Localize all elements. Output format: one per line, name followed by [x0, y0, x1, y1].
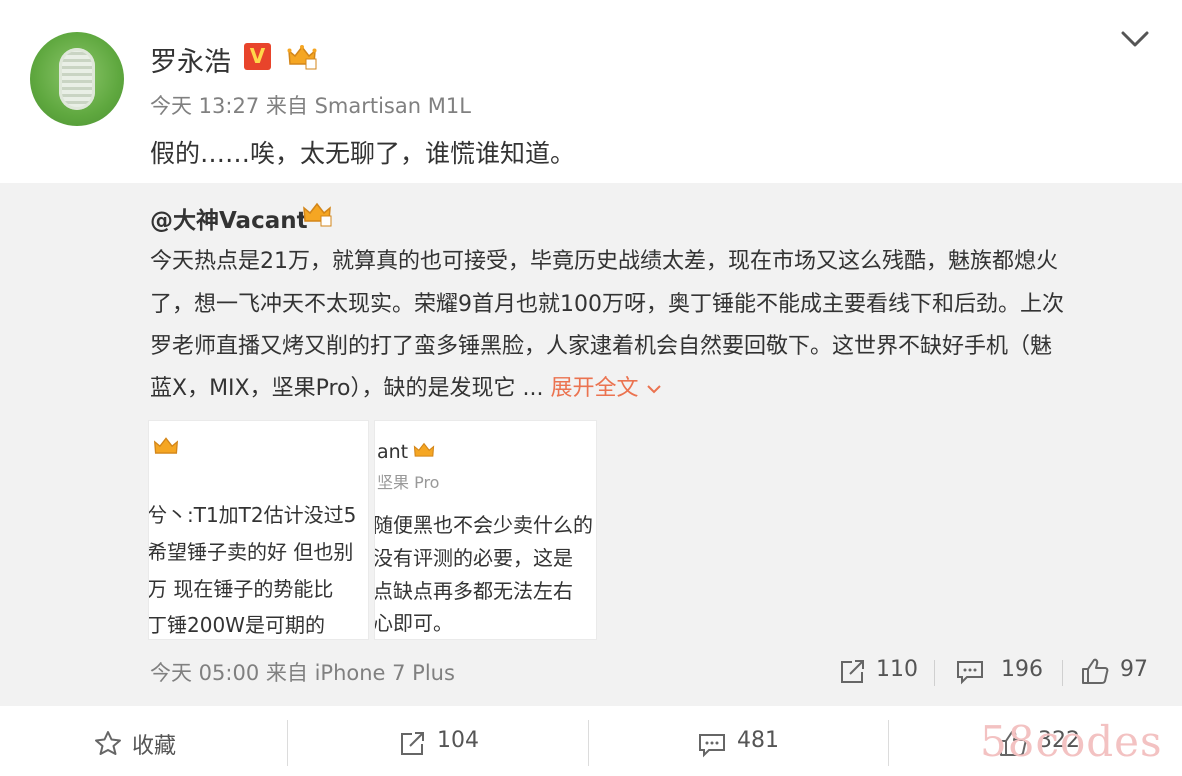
crown-icon — [287, 45, 317, 70]
comment-icon[interactable] — [697, 731, 727, 759]
repost-text-last: 蓝X，MIX，坚果Pro），缺的是发现它 ... — [150, 376, 544, 401]
image-thumbnail[interactable]: 兮丶:T1加T2估计没过5 希望锤子卖的好 但也别 万 现在锤子的势能比 丁锤2… — [148, 420, 369, 640]
star-icon[interactable] — [94, 730, 122, 756]
divider — [588, 720, 589, 766]
repost-text-line: 罗老师直播又烤又削的打了蛮多锤黑脸，人家逮着机会自然要回敬下。这世界不缺好手机（… — [150, 334, 1053, 359]
like-count[interactable]: 97 — [1120, 657, 1148, 682]
repost-button-count[interactable]: 104 — [437, 728, 479, 753]
thumb-text: 点缺点再多都无法左右 — [374, 579, 573, 603]
source-prefix: 来自 — [265, 94, 308, 118]
post-text: 假的……唉，太无聊了，谁慌谁知道。 — [150, 139, 576, 168]
repost-icon[interactable] — [838, 658, 866, 686]
thumb-text: 希望锤子卖的好 但也别 — [148, 540, 354, 564]
post-time[interactable]: 今天 13:27 — [150, 94, 259, 118]
repost-count[interactable]: 110 — [876, 657, 918, 682]
thumb-text: 万 现在锤子的势能比 — [148, 577, 334, 601]
crown-icon — [153, 437, 179, 454]
divider — [1062, 660, 1063, 686]
repost-text-line: 了，想一飞冲天不太现实。荣耀9首月也就100万呀，奥丁锤能不能成主要看线下和后劲… — [150, 292, 1064, 317]
repost-source[interactable]: iPhone 7 Plus — [315, 661, 455, 685]
crown-icon — [303, 202, 332, 227]
thumb-text: 丁锤200W是可期的 — [148, 613, 325, 637]
thumb-text: 随便黑也不会少卖什么的 — [374, 513, 593, 537]
thumb-subtext: 坚果 Pro — [377, 473, 440, 492]
thumb-header: ant — [377, 441, 409, 463]
thumb-text: 兮丶:T1加T2估计没过5 — [148, 503, 357, 527]
expand-full-text-link[interactable]: 展开全文 — [551, 376, 662, 401]
repost-text-line: 蓝X，MIX，坚果Pro），缺的是发现它 ... 展开全文 — [150, 370, 662, 402]
chevron-down-icon — [646, 385, 661, 394]
verified-v-icon: V — [244, 43, 271, 70]
post-meta: 今天 13:27 来自 Smartisan M1L — [150, 90, 471, 120]
chevron-down-icon[interactable] — [1120, 28, 1150, 50]
repost-icon[interactable] — [398, 730, 426, 758]
comment-icon[interactable] — [955, 658, 985, 686]
repost-time[interactable]: 今天 05:00 — [150, 661, 259, 685]
repost-meta: 今天 05:00 来自 iPhone 7 Plus — [150, 657, 455, 687]
favorite-button[interactable]: 收藏 — [132, 728, 176, 760]
divider — [287, 720, 288, 766]
crown-icon — [413, 442, 435, 457]
post-source[interactable]: Smartisan M1L — [315, 94, 471, 118]
source-prefix: 来自 — [265, 661, 308, 685]
repost-handle[interactable]: @大神Vacant — [150, 201, 308, 235]
thumb-text: 没有评测的必要，这是 — [374, 546, 573, 570]
thumb-text: 心即可。 — [374, 611, 453, 635]
expand-label[interactable]: 展开全文 — [551, 376, 639, 401]
comment-count[interactable]: 196 — [1001, 657, 1043, 682]
avatar[interactable] — [30, 32, 124, 126]
like-icon[interactable] — [1080, 656, 1110, 686]
watermark: 58codes — [980, 717, 1163, 766]
repost-text-line: 今天热点是21万，就算真的也可接受，毕竟历史战绩太差，现在市场又这么残酷，魅族都… — [150, 249, 1058, 274]
divider — [888, 720, 889, 766]
divider — [934, 660, 935, 686]
image-thumbnail[interactable]: ant 坚果 Pro 随便黑也不会少卖什么的 没有评测的必要，这是 点缺点再多都… — [374, 420, 597, 640]
comment-button-count[interactable]: 481 — [737, 728, 779, 753]
author-name[interactable]: 罗永浩 — [150, 40, 231, 79]
